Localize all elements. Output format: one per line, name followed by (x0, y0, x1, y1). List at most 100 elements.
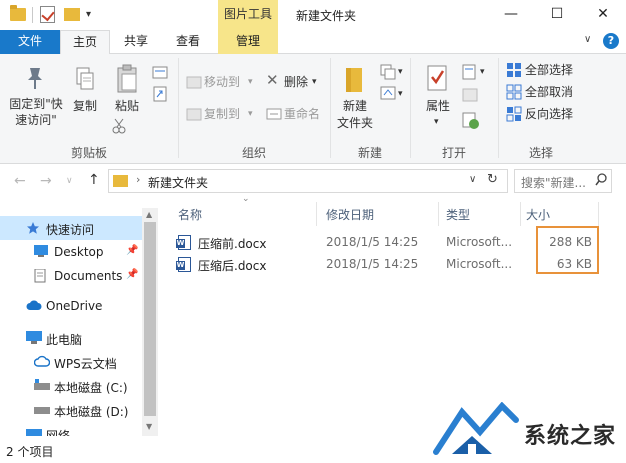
properties-icon[interactable] (426, 64, 448, 92)
help-icon[interactable]: ? (603, 33, 619, 49)
clipboard-group-label: 剪贴板 (70, 146, 107, 160)
delete-icon[interactable]: ✕ (266, 72, 279, 88)
quick-access-dropdown[interactable]: ▾ (86, 9, 91, 20)
chevron-down-icon[interactable]: ∨ (584, 34, 591, 45)
nav-item-label: 本地磁盘 (D:) (54, 405, 129, 419)
tab-manage[interactable]: 管理 (218, 30, 278, 54)
paste-button-label[interactable]: 粘贴 (112, 98, 142, 114)
tab-file[interactable]: 文件 (0, 30, 60, 54)
rename-button[interactable]: 重命名 (284, 106, 320, 122)
copy-to-icon[interactable] (186, 106, 202, 122)
nav-item-drive-d[interactable]: 本地磁盘 (D:) (0, 398, 142, 422)
new-folder-label-1[interactable]: 新建 (334, 98, 376, 114)
nav-item-label: 本地磁盘 (C:) (54, 381, 128, 395)
column-separator[interactable] (520, 202, 521, 226)
delete-dropdown[interactable]: ▾ (312, 74, 317, 90)
back-arrow-icon[interactable]: ← (14, 173, 26, 189)
nav-item-desktop[interactable]: Desktop 📌 (0, 240, 142, 264)
close-button[interactable]: ✕ (580, 0, 626, 30)
easy-access-dropdown[interactable]: ▾ (398, 86, 403, 102)
nav-item-drive-c[interactable]: 本地磁盘 (C:) (0, 374, 142, 398)
properties-button-label[interactable]: 属性 (420, 98, 456, 114)
new-folder-label-2[interactable]: 文件夹 (334, 115, 376, 131)
cut-icon[interactable] (112, 118, 126, 134)
select-none-button[interactable]: 全部取消 (525, 84, 573, 100)
invert-selection-icon[interactable] (506, 106, 522, 122)
organize-group-label: 组织 (241, 146, 266, 160)
search-icon[interactable] (595, 173, 607, 187)
up-arrow-icon[interactable]: ↑ (88, 172, 100, 188)
column-header-size[interactable]: 大小 (526, 206, 550, 223)
tab-home[interactable]: 主页 (60, 30, 110, 55)
house-logo-icon (433, 402, 519, 455)
move-to-button[interactable]: 移动到 (204, 74, 240, 90)
open-dropdown[interactable]: ▾ (480, 64, 485, 80)
open-icon[interactable] (462, 64, 478, 80)
group-separator (330, 58, 331, 158)
new-folder-icon[interactable] (344, 66, 366, 94)
select-all-icon[interactable] (506, 62, 522, 78)
group-separator (178, 58, 179, 158)
paste-icon[interactable] (116, 64, 140, 94)
move-to-icon[interactable] (186, 74, 202, 90)
column-header-name[interactable]: 名称 (178, 206, 202, 223)
history-icon[interactable] (462, 112, 480, 130)
pin-icon[interactable]: 📌 (126, 245, 138, 256)
new-item-dropdown[interactable]: ▾ (398, 64, 403, 80)
copy-path-icon[interactable] (152, 66, 168, 80)
tab-view[interactable]: 查看 (164, 30, 212, 54)
nav-item-documents[interactable]: Documents 📌 (0, 264, 142, 288)
column-header-modified[interactable]: 修改日期 (326, 206, 374, 223)
properties-dropdown[interactable]: ▾ (434, 114, 439, 130)
properties-check-icon[interactable] (40, 6, 55, 23)
paste-shortcut-icon[interactable] (153, 86, 167, 102)
nav-item-quick-access[interactable]: 快速访问 (0, 216, 142, 240)
item-count: 2 个项目 (6, 445, 54, 459)
recent-locations-chevron-icon[interactable]: ∨ (66, 176, 73, 186)
column-separator[interactable] (598, 202, 599, 226)
rename-icon[interactable] (266, 108, 282, 120)
desktop-icon (34, 245, 48, 257)
edit-icon[interactable] (462, 88, 478, 102)
pin-icon[interactable] (24, 66, 46, 90)
pin-quick-access-label-1[interactable]: 固定到"快 (4, 96, 68, 112)
chevron-down-icon[interactable]: ∨ (469, 174, 476, 185)
select-none-icon[interactable] (506, 84, 522, 100)
scrollbar-thumb[interactable] (144, 222, 156, 416)
column-header-type[interactable]: 类型 (446, 206, 470, 223)
pin-icon[interactable]: 📌 (126, 269, 138, 280)
maximize-button[interactable]: ☐ (534, 0, 580, 30)
move-to-dropdown[interactable]: ▾ (248, 74, 253, 90)
refresh-icon[interactable]: ↻ (487, 172, 498, 187)
address-bar[interactable]: › 新建文件夹 ∨ ↻ (108, 169, 508, 193)
search-input[interactable]: 搜索"新建... (514, 169, 612, 193)
scroll-down-icon[interactable]: ▼ (146, 422, 152, 431)
navigation-pane: 快速访问 Desktop 📌 Documents 📌 OneDrive 此电脑 … (0, 208, 158, 436)
scroll-up-icon[interactable]: ▲ (146, 210, 152, 219)
easy-access-icon[interactable] (380, 86, 396, 100)
tab-share[interactable]: 共享 (112, 30, 160, 54)
pin-quick-access-label-2[interactable]: 速访问" (4, 112, 68, 128)
nav-item-onedrive[interactable]: OneDrive (0, 294, 142, 318)
search-placeholder: 搜索"新建... (521, 176, 586, 190)
invert-selection-button[interactable]: 反向选择 (525, 106, 573, 122)
nav-item-wps-cloud[interactable]: WPS云文档 (0, 350, 142, 374)
minimize-button[interactable]: — (488, 0, 534, 30)
copy-to-dropdown[interactable]: ▾ (248, 106, 253, 122)
column-separator[interactable] (438, 202, 439, 226)
nav-item-this-pc[interactable]: 此电脑 (0, 326, 142, 350)
delete-button[interactable]: 删除 (284, 74, 308, 90)
address-path[interactable]: 新建文件夹 (148, 174, 208, 191)
new-item-icon[interactable] (380, 64, 396, 80)
copy-icon[interactable] (75, 66, 95, 92)
column-separator[interactable] (316, 202, 317, 226)
chevron-right-icon[interactable]: › (136, 173, 140, 186)
address-row: ← → ∨ ↑ › 新建文件夹 ∨ ↻ 搜索"新建... (0, 164, 626, 198)
nav-pane-scrollbar[interactable]: ▲ ▼ (142, 208, 158, 436)
copy-to-button[interactable]: 复制到 (204, 106, 240, 122)
select-all-button[interactable]: 全部选择 (525, 62, 573, 78)
new-folder-quick-icon[interactable] (64, 8, 80, 21)
forward-arrow-icon[interactable]: → (40, 173, 52, 189)
copy-button-label[interactable]: 复制 (70, 98, 100, 114)
nav-item-network[interactable]: 网络 (0, 426, 142, 436)
